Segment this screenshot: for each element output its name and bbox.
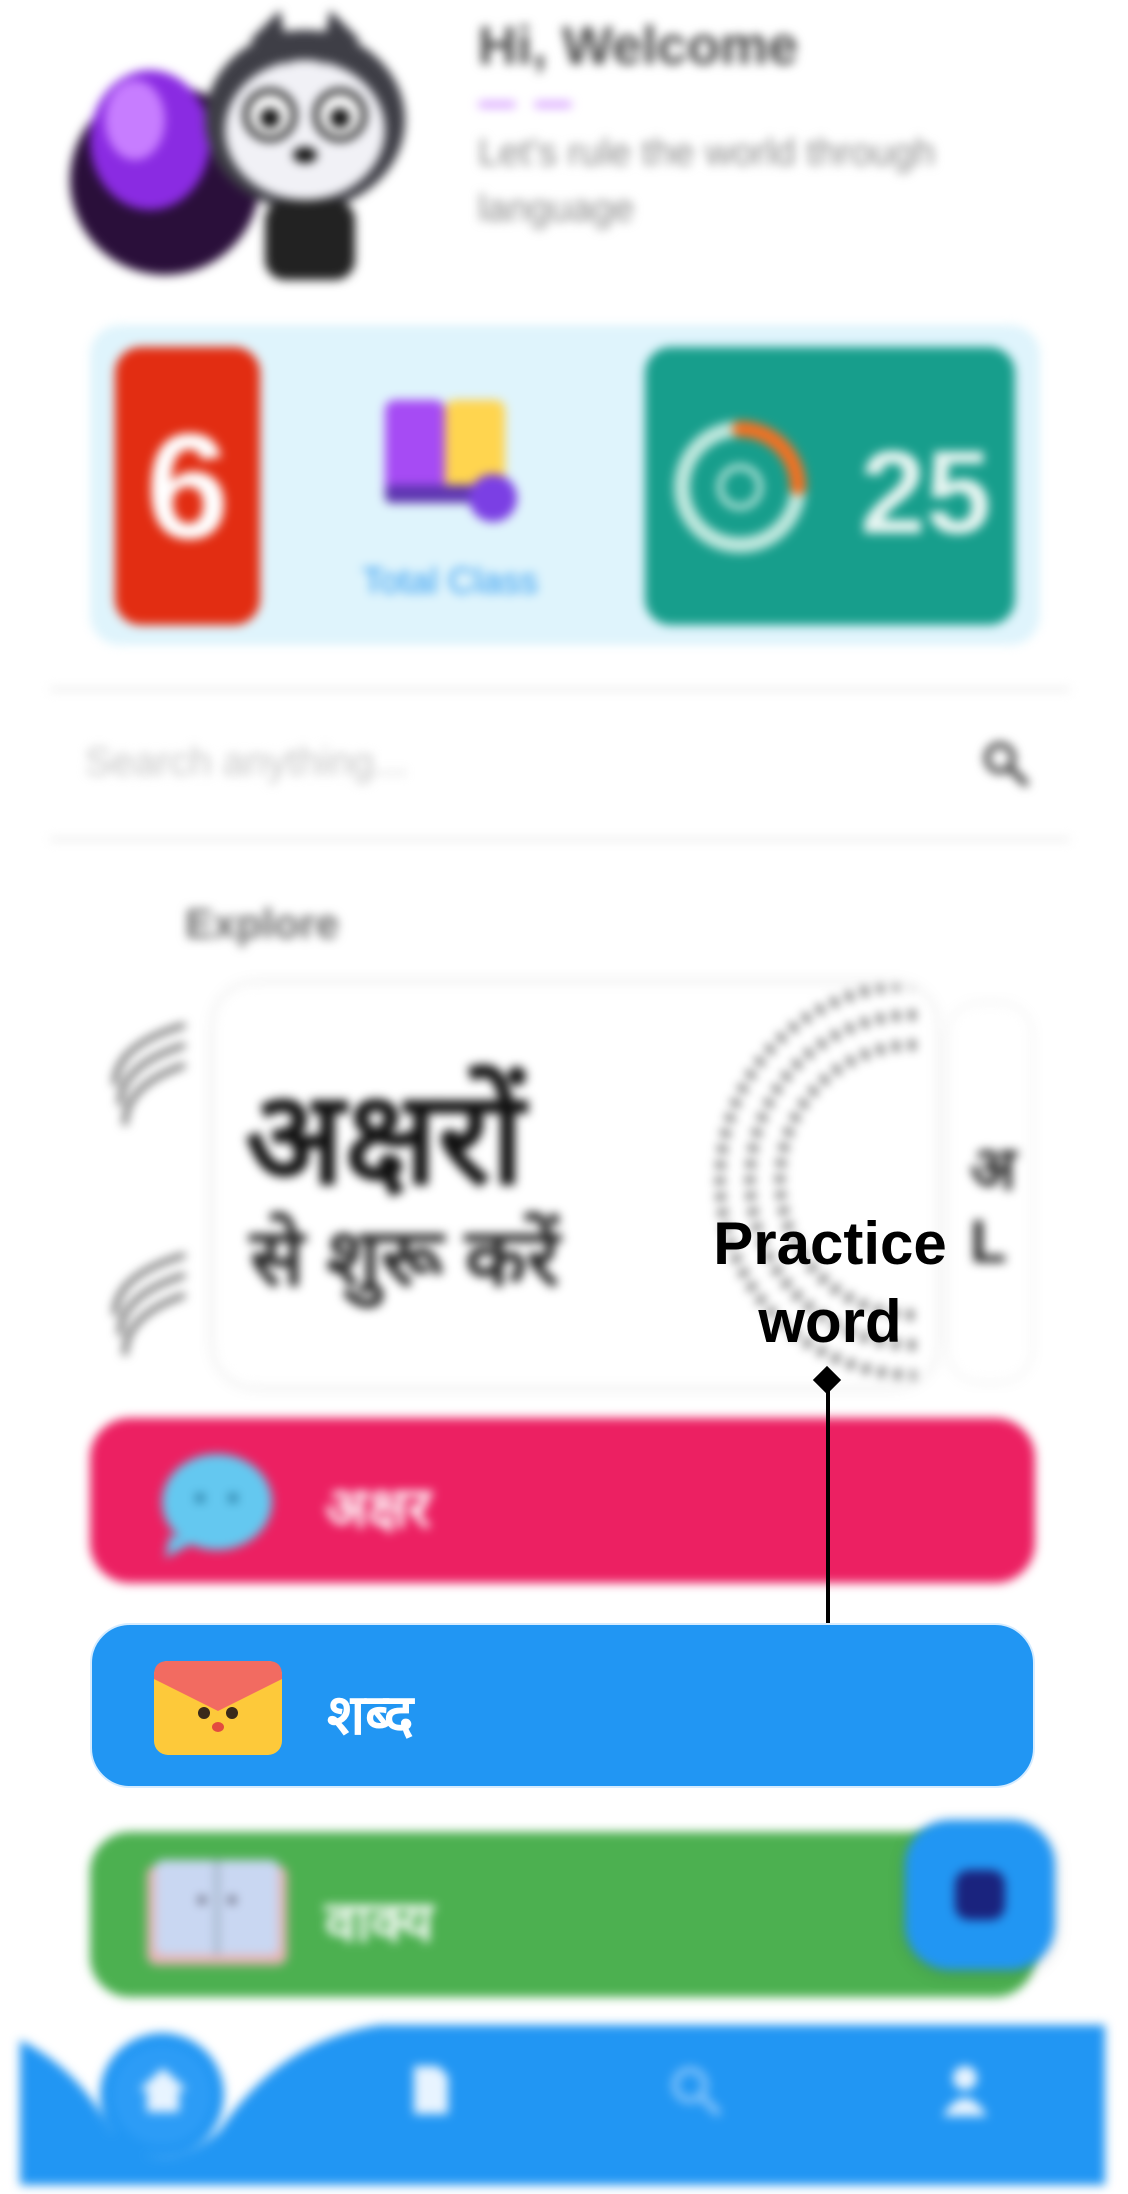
welcome-heading: Hi, Welcome bbox=[478, 16, 799, 76]
fab-square-icon bbox=[955, 1870, 1005, 1920]
menu-item-letters[interactable]: अक्षर bbox=[90, 1418, 1035, 1583]
decorative-dots bbox=[478, 95, 598, 108]
menu-item-sentences[interactable]: वाक्य bbox=[90, 1832, 1035, 1997]
divider-top bbox=[50, 688, 1070, 691]
progress-ring bbox=[674, 421, 806, 553]
document-icon[interactable] bbox=[400, 2060, 460, 2120]
card-subtitle: से शुरू करें bbox=[250, 1213, 560, 1302]
menu-item-label: अक्षर bbox=[325, 1476, 431, 1539]
count-card[interactable]: 6 bbox=[115, 347, 260, 625]
progress-card[interactable]: 25 bbox=[645, 347, 1015, 625]
total-class-label: Total Class bbox=[361, 560, 539, 601]
person-icon[interactable] bbox=[935, 2060, 995, 2120]
menu-item-label: शब्द bbox=[327, 1683, 414, 1746]
progress-value: 25 bbox=[860, 427, 992, 559]
search-input[interactable]: Search anything... bbox=[85, 740, 407, 785]
search-icon[interactable] bbox=[665, 2060, 725, 2120]
menu-item-label: वाक्य bbox=[325, 1890, 434, 1953]
open-book-icon bbox=[147, 1860, 287, 1965]
tagline-text: Let's rule the world through language bbox=[478, 132, 936, 230]
home-icon[interactable] bbox=[133, 2060, 193, 2120]
callout-label: Practice word bbox=[713, 1210, 947, 1355]
search-icon[interactable] bbox=[980, 738, 1030, 788]
explore-heading: Explore bbox=[185, 900, 340, 947]
chat-bubble-icon bbox=[162, 1454, 272, 1558]
envelope-icon bbox=[154, 1661, 282, 1755]
raccoon-mascot-icon bbox=[70, 10, 405, 280]
callout-line bbox=[826, 1383, 830, 1623]
floating-action-button[interactable] bbox=[905, 1820, 1055, 1970]
books-icon bbox=[385, 400, 517, 522]
carousel-card-previous[interactable] bbox=[105, 1005, 190, 1380]
menu-item-words[interactable]: शब्द bbox=[90, 1623, 1035, 1788]
stats-panel: 6 Total Class 25 bbox=[90, 325, 1040, 645]
card-title: अक्षरों bbox=[245, 1065, 525, 1211]
divider-bottom bbox=[50, 838, 1070, 841]
